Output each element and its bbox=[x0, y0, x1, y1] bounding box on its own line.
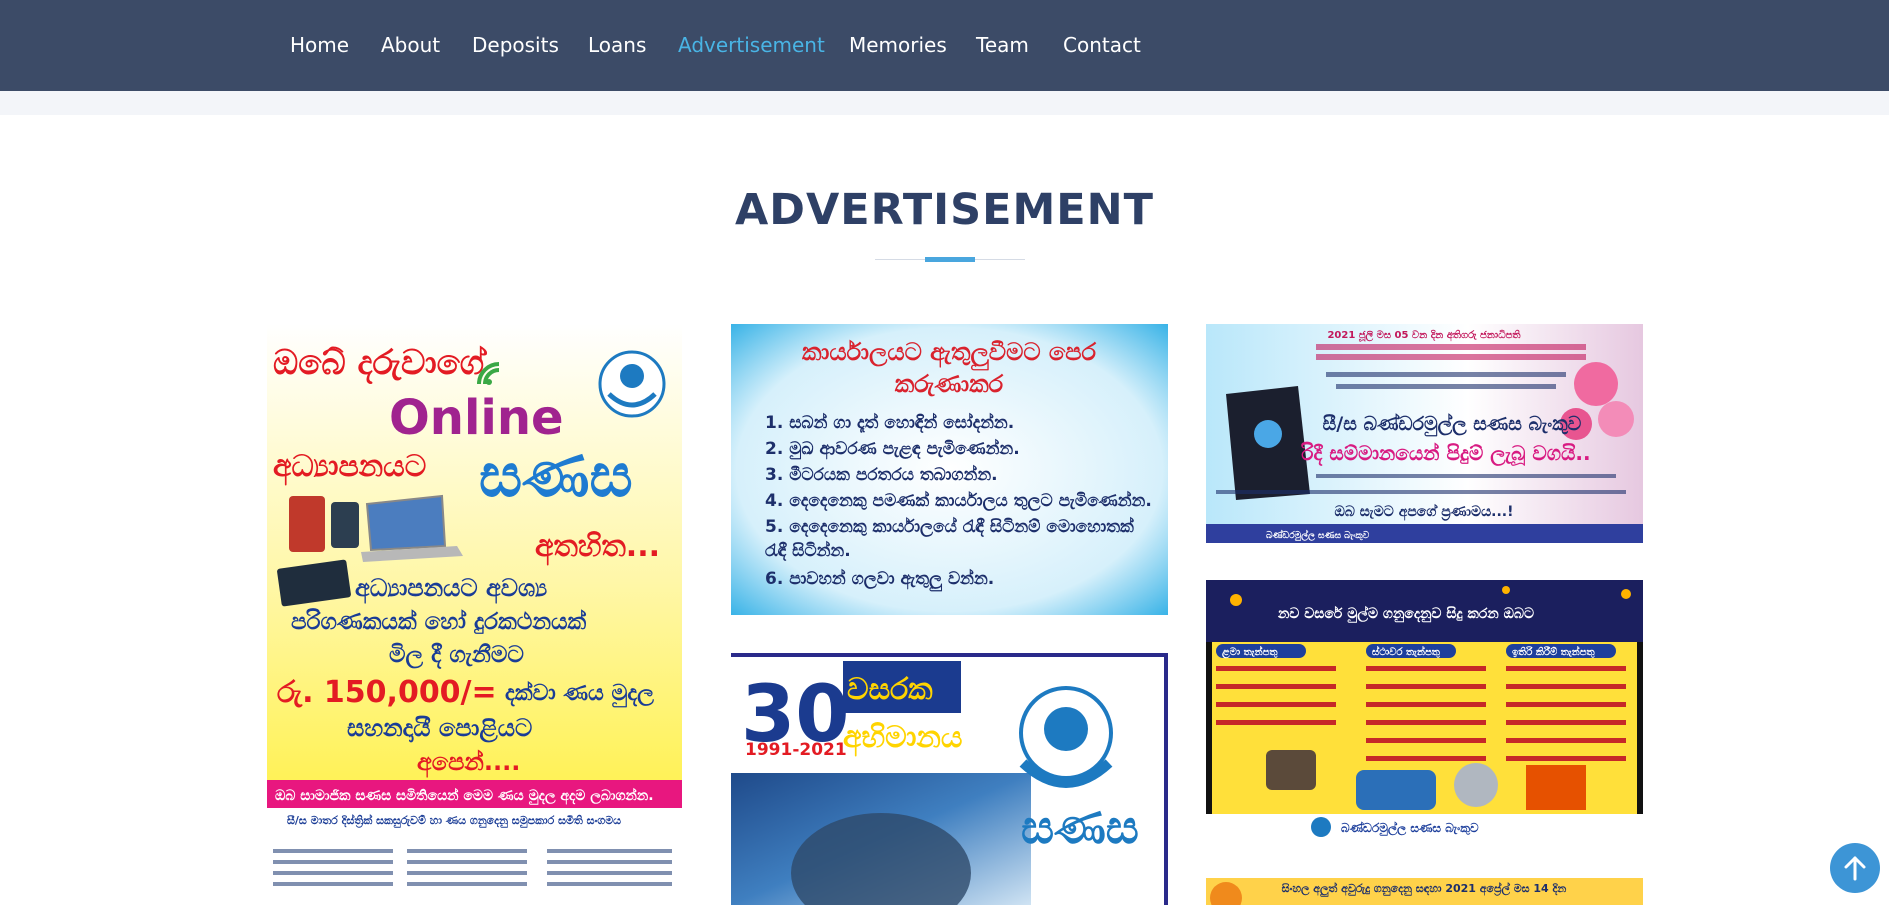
ad-deposits-col: ස්ථාවර තැන්පතු bbox=[1372, 645, 1441, 658]
ad-award-thanks: ඔබ සැමට අපගේ ප්‍රණාමය...! bbox=[1334, 503, 1513, 522]
ad-deposits-header: නව වසරේ මුල්ම ගනුදෙනුව සිදු කරන ඔබට bbox=[1277, 605, 1534, 624]
ad-notice-item: 4. දෙදෙනෙකු පමණක් කාර්යාලය තුලට පැමිණෙන්… bbox=[765, 490, 1152, 512]
nav-memories[interactable]: Memories bbox=[849, 32, 947, 58]
nav-about[interactable]: About bbox=[381, 32, 440, 58]
nav-advertisement[interactable]: Advertisement bbox=[678, 32, 825, 58]
ad-award-name: සී/ස බණ්ඩරමුල්ල සණස බැංකුව bbox=[1323, 413, 1582, 438]
ad-online-banner: ඔබ සාමාජික සණස සමිතියෙන් මෙම ණය මුදල අදම… bbox=[275, 787, 654, 806]
ad-online-line2: අධ්‍යාපනයට bbox=[273, 449, 426, 486]
ad-award-top1: 2021 ජූලි මස 05 වන දින අතිගරු ජනාධිපති bbox=[1327, 329, 1521, 342]
header-strip bbox=[0, 91, 1889, 115]
ad-online-amount-tail: දක්වා ණය මුදල bbox=[505, 680, 654, 708]
ad-deposits-col: ළමා තැන්පතු bbox=[1222, 645, 1278, 659]
nav-loans[interactable]: Loans bbox=[588, 32, 646, 58]
nav-deposits[interactable]: Deposits bbox=[472, 32, 559, 58]
sanasa-logo-icon bbox=[598, 350, 666, 418]
ad-office-notice[interactable]: කාර්යාලයට ඇතුලුවීමට පෙර කරුණාකර 1. සබන් … bbox=[731, 324, 1168, 615]
ad-online-body2: පරිගණකයක් හෝ දුරකථනයක් bbox=[291, 607, 587, 635]
ad-notice-item: 1. සබන් ගා දෑත් හොඳින් සෝදන්න. bbox=[765, 412, 1014, 434]
ad-notice-item: 5. දෙදෙනෙකු කාර්යාලයේ රැඳී සිටිනම් මොහොත… bbox=[765, 516, 1134, 538]
arrow-up-icon bbox=[1844, 856, 1866, 881]
ad-online-body3: මිල දී ගැනීමට bbox=[389, 642, 524, 669]
ad-deposits-col: ඉතිරි කිරීම් තැන්පතු bbox=[1512, 645, 1596, 658]
ad-online-body1: අධ්‍යාපනයට අවශ්‍ය bbox=[355, 574, 547, 604]
ad-anniversary[interactable]: 30 වසරක අභිමානය 1991-2021 සණස bbox=[731, 653, 1168, 905]
nav-contact[interactable]: Contact bbox=[1063, 32, 1141, 58]
nav-team[interactable]: Team bbox=[976, 32, 1029, 58]
ad-online-brand: සණස bbox=[479, 441, 633, 511]
ad-award-footer: බණ්ඩරමුල්ල සණස බැංකුව bbox=[1266, 529, 1370, 542]
ad-new-year-deposits[interactable]: නව වසරේ මුල්ම ගනුදෙනුව සිදු කරන ඔබට ළමා … bbox=[1206, 580, 1643, 841]
ad-online-body5: අපෙන්.... bbox=[417, 748, 520, 778]
section-title: ADVERTISEMENT bbox=[735, 185, 1154, 235]
ad-notice-item: 3. මීටරයක පරතරය තබාගන්න. bbox=[765, 464, 998, 485]
ad-online-online: Online bbox=[389, 390, 564, 446]
trophy-icon bbox=[1226, 386, 1310, 500]
ad-anniv-word2: අභිමානය bbox=[843, 720, 962, 757]
nav-home[interactable]: Home bbox=[290, 32, 349, 58]
ad-notice-item: 2. මුඛ ආවරණ පැළඳ පැමිණෙන්න. bbox=[765, 438, 1020, 460]
ad-notice-item: 6. පාවහන් ගලවා ඇතුලු වන්න. bbox=[765, 568, 994, 593]
ad-award-slogan: රිදී සම්මානයෙන් පිදුම් ලැබූ වගයි.. bbox=[1300, 441, 1590, 467]
ad-online-footer: සී/ස මාතර දිස්ත්‍රික් සකසුරුවම් හා ණය ගන… bbox=[287, 813, 621, 829]
ad-online-body4: සහනදායී පොළියට bbox=[347, 714, 532, 743]
ad-online-athahitha: අතහිත... bbox=[535, 529, 660, 566]
ad-online-amount: රු. 150,000/= bbox=[277, 675, 497, 710]
ad-online-line1: ඔබේ දරුවාගේ bbox=[273, 343, 487, 384]
main-nav: Home About Deposits Loans Advertisement … bbox=[0, 0, 1889, 91]
ad-anniv-years: 1991-2021 bbox=[745, 740, 847, 760]
back-to-top-button[interactable] bbox=[1830, 843, 1880, 893]
sanasa-logo-icon bbox=[1019, 686, 1113, 788]
ad-new-year-partial[interactable]: සිංහල අලුත් අවුරුදු ගනුදෙනු සඳහා 2021 අප… bbox=[1206, 878, 1643, 905]
title-accent-bar bbox=[925, 257, 975, 262]
ad-online-education[interactable]: ඔබේ දරුවාගේ Online අධ්‍යාපනයට සණස අතහිත.… bbox=[267, 324, 682, 894]
ad-notice-title2: කරුණාකර bbox=[895, 370, 1004, 398]
ad-anniv-brand: සණස bbox=[1021, 800, 1139, 854]
ad-notice-title1: කාර්යාලයට ඇතුලුවීමට පෙර bbox=[802, 338, 1097, 371]
ad-anniv-word1: වසරක bbox=[847, 672, 933, 707]
ad-notice-item: රැඳී සිටින්න. bbox=[765, 540, 851, 562]
ad-deposits-footer: බණ්ඩරමුල්ල සණස බැංකුව bbox=[1341, 821, 1479, 837]
ad-award[interactable]: 2021 ජූලි මස 05 වන දින අතිගරු ජනාධිපති ස… bbox=[1206, 324, 1643, 543]
